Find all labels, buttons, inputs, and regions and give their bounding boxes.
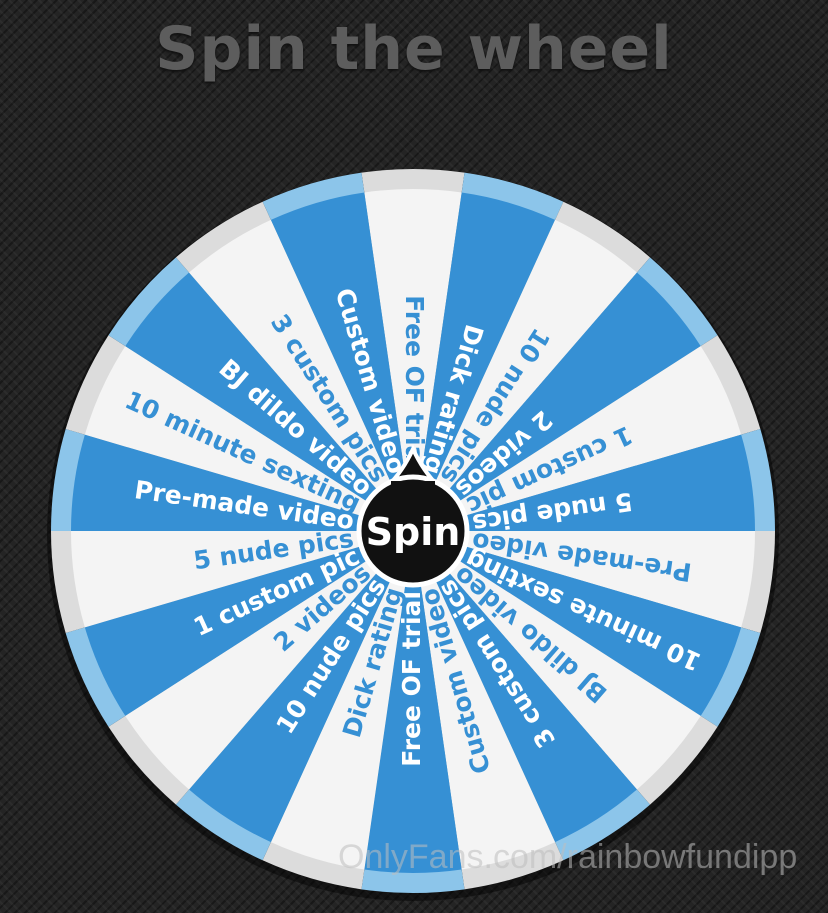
wheel-segment-label: Free OF trial — [397, 591, 426, 767]
prize-wheel: Free OF trialDick rating10 nude pics2 vi… — [47, 168, 779, 901]
spin-button[interactable]: Spin — [361, 480, 465, 584]
watermark: OnlyFans.com/rainbowfundipp — [338, 838, 798, 876]
